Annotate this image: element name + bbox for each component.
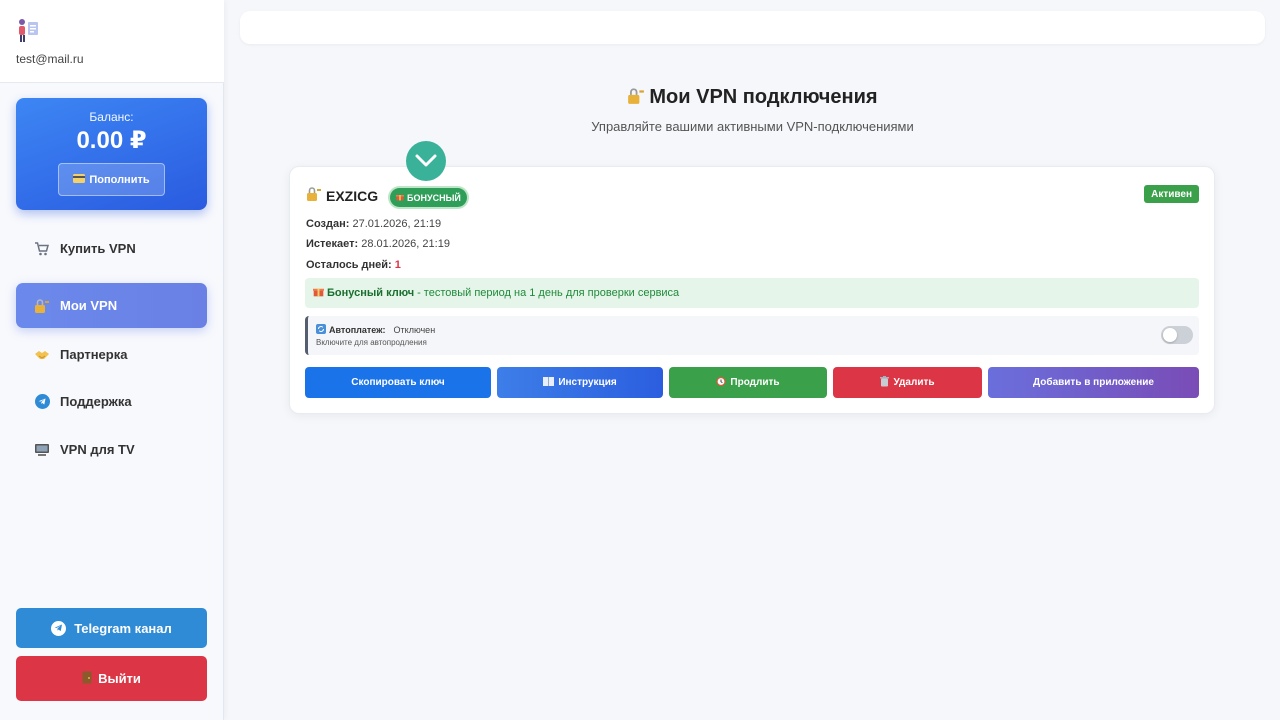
bonus-note-title: Бонусный ключ — [327, 287, 415, 299]
user-email: test@mail.ru — [16, 52, 84, 66]
user-block: test@mail.ru — [0, 0, 224, 83]
autopay-title-row: Автоплатеж: Отключен — [316, 324, 435, 336]
instruction-button[interactable]: Инструкция — [497, 367, 663, 398]
tv-icon — [32, 443, 52, 457]
page-subtitle: Управляйте вашими активными VPN-подключе… — [591, 119, 914, 134]
balance-label: Баланс: — [89, 110, 134, 124]
gift-icon — [313, 286, 324, 300]
avatar — [16, 18, 40, 44]
logout-label: Выйти — [98, 671, 141, 686]
expires-label: Истекает: — [306, 238, 359, 250]
bonus-badge: БОНУСНЫЙ — [390, 188, 467, 207]
app-root: test@mail.ru Баланс: 0.00 ₽ Пополнить Ку… — [0, 0, 1280, 720]
telegram-channel-button[interactable]: Telegram канал — [16, 608, 207, 648]
days-left-row: Осталось дней: 1 — [306, 259, 401, 271]
sidebar-item-buy-vpn[interactable]: Купить VPN — [16, 226, 207, 271]
sidebar-item-vpn-tv[interactable]: VPN для TV — [16, 427, 207, 472]
lock-key-icon — [32, 298, 52, 314]
autopay-state: Отключен — [393, 325, 436, 335]
lock-key-icon — [627, 87, 645, 111]
created-row: Создан: 27.01.2026, 21:19 — [306, 218, 441, 230]
bonus-note-text: - тестовый период на 1 день для проверки… — [417, 287, 680, 299]
add-to-app-button[interactable]: Добавить в приложение — [988, 367, 1199, 398]
created-label: Создан: — [306, 218, 350, 230]
alarm-clock-icon — [716, 376, 727, 389]
trash-icon — [880, 375, 890, 390]
check-icon — [406, 141, 446, 181]
page-title-text: Мои VPN подключения — [649, 86, 878, 108]
autopay-toggle[interactable] — [1161, 326, 1193, 344]
add-to-app-label: Добавить в приложение — [1033, 377, 1154, 388]
page-title: Мои VPN подключения — [240, 86, 1265, 111]
nav-label: Купить VPN — [60, 241, 136, 256]
bonus-badge-label: БОНУСНЫЙ — [407, 192, 461, 203]
door-icon — [82, 671, 92, 687]
telegram-icon — [51, 620, 67, 636]
extend-label: Продлить — [730, 377, 780, 388]
autopay-title: Автоплатеж: — [329, 325, 386, 335]
bonus-note: Бонусный ключ - тестовый период на 1 ден… — [305, 278, 1199, 308]
sidebar-item-support[interactable]: Поддержка — [16, 379, 207, 424]
sidebar-item-my-vpn[interactable]: Мои VPN — [16, 283, 207, 328]
lock-key-icon — [306, 186, 322, 205]
created-value: 27.01.2026, 21:19 — [352, 218, 442, 230]
sidebar: test@mail.ru Баланс: 0.00 ₽ Пополнить Ку… — [0, 0, 224, 720]
cart-icon — [32, 241, 52, 256]
expires-value: 28.01.2026, 21:19 — [361, 238, 450, 250]
expires-row: Истекает: 28.01.2026, 21:19 — [306, 238, 450, 250]
topup-label: Пополнить — [89, 173, 150, 186]
nav-label: Мои VPN — [60, 298, 118, 313]
balance-card: Баланс: 0.00 ₽ Пополнить — [16, 98, 207, 210]
refresh-icon — [316, 324, 326, 336]
credit-card-icon — [73, 173, 86, 186]
vpn-connection-card: EXZICG БОНУСНЫЙ Активен Создан: 27.01.20… — [289, 166, 1215, 414]
extend-button[interactable]: Продлить — [669, 367, 827, 398]
autopay-box: Автоплатеж: Отключен Включите для автопр… — [305, 316, 1199, 355]
sidebar-item-partner[interactable]: Партнерка — [16, 332, 207, 377]
status-badge: Активен — [1144, 185, 1199, 203]
copy-key-label: Скопировать ключ — [351, 377, 445, 388]
telegram-icon — [32, 394, 52, 409]
telegram-label: Telegram канал — [74, 620, 172, 636]
instruction-label: Инструкция — [558, 377, 617, 388]
autopay-hint: Включите для автопродления — [316, 338, 427, 347]
nav-label: VPN для TV — [60, 442, 135, 457]
days-left-value: 1 — [394, 259, 401, 271]
logout-button[interactable]: Выйти — [16, 656, 207, 701]
delete-label: Удалить — [893, 377, 935, 388]
nav-label: Партнерка — [60, 347, 128, 362]
toggle-knob — [1163, 328, 1177, 342]
key-name: EXZICG — [306, 186, 378, 205]
days-left-label: Осталось дней: — [306, 259, 392, 271]
key-name-text: EXZICG — [326, 187, 379, 204]
copy-key-button[interactable]: Скопировать ключ — [305, 367, 491, 398]
gift-icon — [396, 193, 404, 203]
balance-value: 0.00 ₽ — [76, 127, 147, 154]
nav-label: Поддержка — [60, 394, 132, 409]
book-icon — [543, 376, 555, 389]
handshake-icon — [32, 349, 52, 361]
top-bar — [240, 11, 1265, 44]
delete-button[interactable]: Удалить — [833, 367, 982, 398]
topup-button[interactable]: Пополнить — [58, 163, 165, 196]
